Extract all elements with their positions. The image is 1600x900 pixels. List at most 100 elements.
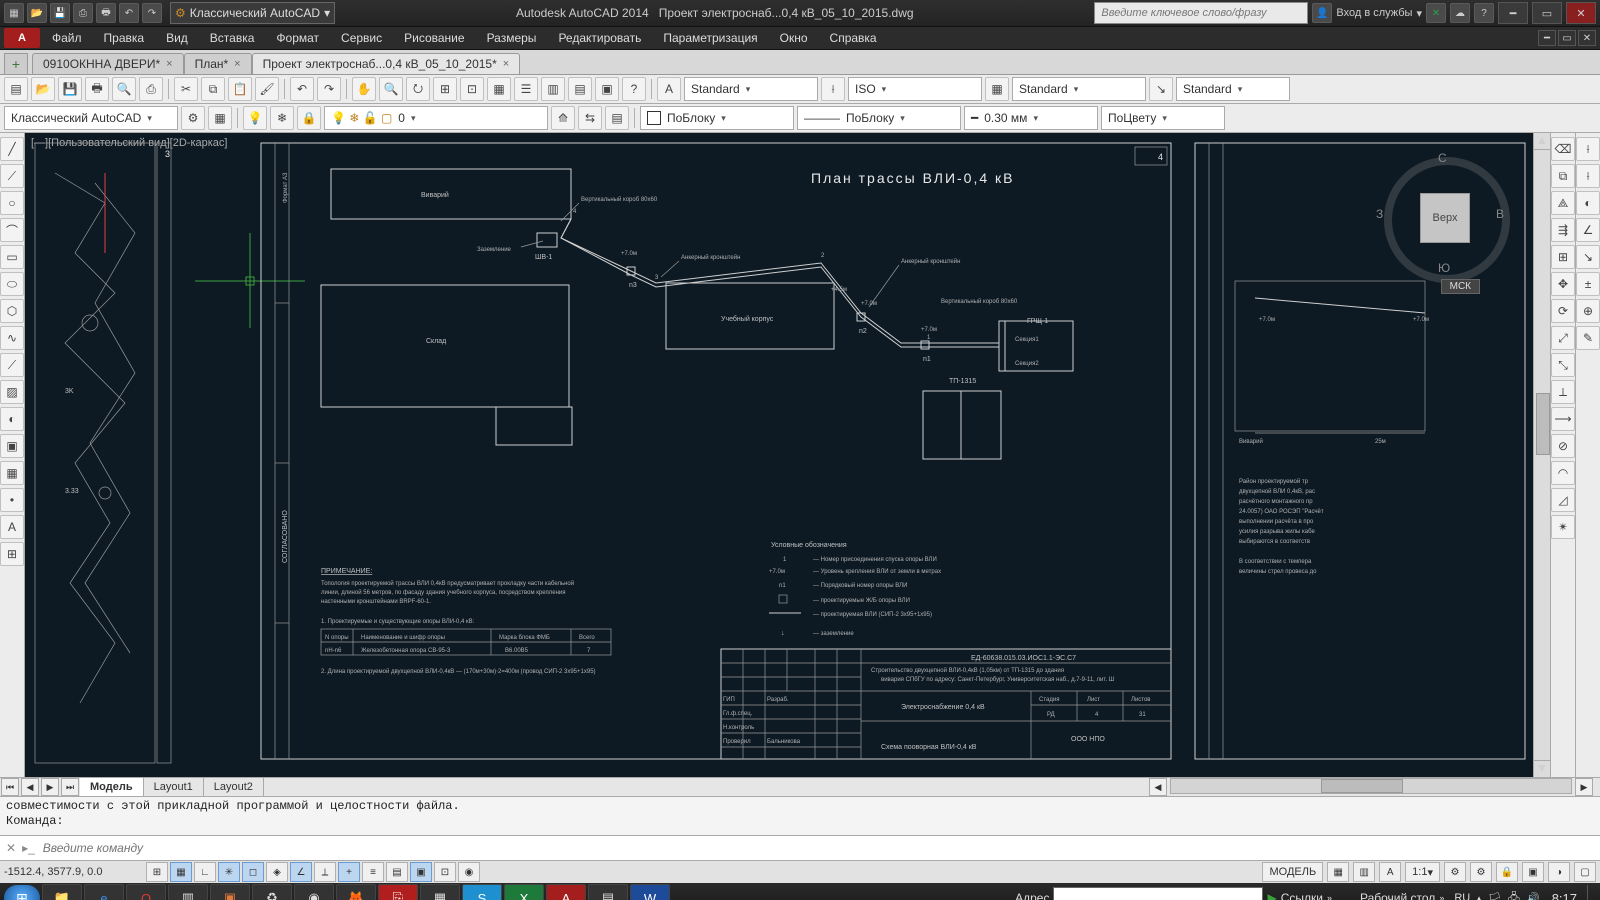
props-icon[interactable]: ☰ bbox=[514, 77, 538, 101]
dim-angle-icon[interactable]: ∠ bbox=[1576, 218, 1600, 242]
clock[interactable]: 8:17 bbox=[1552, 891, 1577, 900]
layout1-tab[interactable]: Layout1 bbox=[144, 778, 204, 796]
close-icon[interactable]: × bbox=[234, 58, 240, 70]
taskbar-notepad-icon[interactable]: ▤ bbox=[588, 884, 628, 900]
quickview-layout-icon[interactable]: ▦ bbox=[1327, 862, 1349, 882]
open-icon[interactable]: 📂 bbox=[27, 3, 47, 23]
spline-icon[interactable]: ∿ bbox=[0, 326, 24, 350]
mdi-minimize-button[interactable]: ━ bbox=[1538, 30, 1556, 46]
cut-icon[interactable]: ✂ bbox=[174, 77, 198, 101]
lwt-toggle[interactable]: ≡ bbox=[362, 862, 384, 882]
tray-volume-icon[interactable]: 🔊 bbox=[1526, 892, 1540, 900]
hatch-icon[interactable]: ▨ bbox=[0, 380, 24, 404]
language-indicator[interactable]: RU bbox=[1454, 892, 1470, 900]
close-icon[interactable]: × bbox=[503, 58, 509, 70]
prev-layout-button[interactable]: ◀ bbox=[21, 778, 39, 796]
table-icon[interactable]: ▦ bbox=[0, 461, 24, 485]
undo-icon[interactable]: ↶ bbox=[290, 77, 314, 101]
layer-lock-icon[interactable]: 🔒 bbox=[297, 106, 321, 130]
break-icon[interactable]: ⊘ bbox=[1551, 434, 1575, 458]
taskbar-pdf-icon[interactable]: ⎘ bbox=[378, 884, 418, 900]
block-icon[interactable]: ⊞ bbox=[0, 542, 24, 566]
file-tab-1[interactable]: План* × bbox=[184, 53, 252, 74]
menu-insert[interactable]: Вставка bbox=[200, 29, 265, 47]
print-icon[interactable]: 🖶 bbox=[85, 77, 109, 101]
dimstyle-icon[interactable]: ⟊ bbox=[821, 77, 845, 101]
taskbar-app1-icon[interactable]: ▥ bbox=[168, 884, 208, 900]
taskbar-chrome-icon[interactable]: ◉ bbox=[294, 884, 334, 900]
menu-tools[interactable]: Сервис bbox=[331, 29, 392, 47]
workspace-combo-2[interactable]: Классический AutoCAD▾ bbox=[4, 106, 178, 130]
am-toggle[interactable]: ◉ bbox=[458, 862, 480, 882]
vertical-scrollbar[interactable]: ▲ ▼ bbox=[1533, 133, 1550, 777]
offset-icon[interactable]: ⇶ bbox=[1551, 218, 1575, 242]
redo-icon[interactable]: ↷ bbox=[142, 3, 162, 23]
menu-window[interactable]: Окно bbox=[770, 29, 818, 47]
model-space-button[interactable]: МОДЕЛЬ bbox=[1262, 862, 1323, 882]
menu-param[interactable]: Параметризация bbox=[653, 29, 767, 47]
taskbar-skype-icon[interactable]: S bbox=[462, 884, 502, 900]
show-desktop-button[interactable]: Рабочий стол bbox=[1360, 891, 1435, 900]
match-icon[interactable]: 🖌 bbox=[255, 77, 279, 101]
ellipse-icon[interactable]: ⬭ bbox=[0, 272, 24, 296]
file-tab-0[interactable]: 0910ОКННА ДВЕРИ* × bbox=[32, 53, 184, 74]
print-icon[interactable]: 🖶 bbox=[96, 3, 116, 23]
address-go-icon[interactable]: ▶ bbox=[1267, 891, 1276, 900]
taskbar-ie-icon[interactable]: e bbox=[84, 884, 124, 900]
mtext-icon[interactable]: A bbox=[0, 515, 24, 539]
line-icon[interactable]: ╱ bbox=[0, 137, 24, 161]
signin-link[interactable]: Вход в службы▾ bbox=[1336, 7, 1422, 20]
array-icon[interactable]: ⊞ bbox=[1551, 245, 1575, 269]
annovis-icon[interactable]: ⚙ bbox=[1444, 862, 1466, 882]
layout2-tab[interactable]: Layout2 bbox=[204, 778, 264, 796]
hscroll-right[interactable]: ▶ bbox=[1575, 778, 1593, 796]
search-icon[interactable]: 👤 bbox=[1312, 3, 1332, 23]
paste-icon[interactable]: 📋 bbox=[228, 77, 252, 101]
show-desktop-edge[interactable] bbox=[1587, 885, 1596, 900]
preview-icon[interactable]: 🔍 bbox=[112, 77, 136, 101]
make-current-icon[interactable]: ⟰ bbox=[551, 106, 575, 130]
save-icon[interactable]: 💾 bbox=[58, 77, 82, 101]
tray-flag-icon[interactable]: 🏳 bbox=[1488, 892, 1502, 900]
sheet-icon[interactable]: ▤ bbox=[568, 77, 592, 101]
taskbar-foxit-icon[interactable]: ▣ bbox=[210, 884, 250, 900]
layerstate-icon[interactable]: ▤ bbox=[605, 106, 629, 130]
quickview-dwg-icon[interactable]: ▥ bbox=[1353, 862, 1375, 882]
new-icon[interactable]: ▦ bbox=[4, 3, 24, 23]
wcs-label[interactable]: МСК bbox=[1441, 279, 1480, 294]
search-input[interactable]: Введите ключевое слово/фразу bbox=[1094, 2, 1308, 24]
taskbar-word-icon[interactable]: W bbox=[630, 884, 670, 900]
model-space[interactable]: [—][Пользовательский вид][2D-каркас] 3 3… bbox=[25, 133, 1550, 777]
3dosnap-toggle[interactable]: ◈ bbox=[266, 862, 288, 882]
move-icon[interactable]: ✥ bbox=[1551, 272, 1575, 296]
mdi-restore-button[interactable]: ▭ bbox=[1558, 30, 1576, 46]
menu-modify[interactable]: Редактировать bbox=[548, 29, 651, 47]
menu-draw[interactable]: Рисование bbox=[394, 29, 474, 47]
dim-linear-icon[interactable]: ⟊ bbox=[1576, 137, 1600, 161]
trim-icon[interactable]: ⟂ bbox=[1551, 380, 1575, 404]
clean-screen-icon[interactable]: ▢ bbox=[1574, 862, 1596, 882]
layerprev-icon[interactable]: ⇆ bbox=[578, 106, 602, 130]
ortho-toggle[interactable]: ∟ bbox=[194, 862, 216, 882]
taskbar-explorer-icon[interactable]: 📁 bbox=[42, 884, 82, 900]
chamfer-icon[interactable]: ◿ bbox=[1551, 488, 1575, 512]
pline-icon[interactable]: ⟋ bbox=[0, 164, 24, 188]
toolbar-lock-icon[interactable]: 🔒 bbox=[1496, 862, 1518, 882]
saveas-icon[interactable]: ⎙ bbox=[73, 3, 93, 23]
scale-icon[interactable]: ⤢ bbox=[1551, 326, 1575, 350]
region-icon[interactable]: ▣ bbox=[0, 434, 24, 458]
explode-icon[interactable]: ✴ bbox=[1551, 515, 1575, 539]
menu-format[interactable]: Формат bbox=[266, 29, 329, 47]
rotate-icon[interactable]: ⟳ bbox=[1551, 299, 1575, 323]
tablestyle-icon[interactable]: ▦ bbox=[985, 77, 1009, 101]
polygon-icon[interactable]: ⬡ bbox=[0, 299, 24, 323]
point-icon[interactable]: • bbox=[0, 488, 24, 512]
erase-icon[interactable]: ⌫ bbox=[1551, 137, 1575, 161]
lineweight-combo[interactable]: ━0.30 мм▾ bbox=[964, 106, 1098, 130]
last-layout-button[interactable]: ⏭ bbox=[61, 778, 79, 796]
qp-toggle[interactable]: ▣ bbox=[410, 862, 432, 882]
mleaderstyle-combo[interactable]: Standard▾ bbox=[1176, 77, 1290, 101]
command-line[interactable]: ✕ ▸_ bbox=[0, 835, 1600, 860]
mleader-icon[interactable]: ↘ bbox=[1149, 77, 1173, 101]
extend-icon[interactable]: ⟶ bbox=[1551, 407, 1575, 431]
